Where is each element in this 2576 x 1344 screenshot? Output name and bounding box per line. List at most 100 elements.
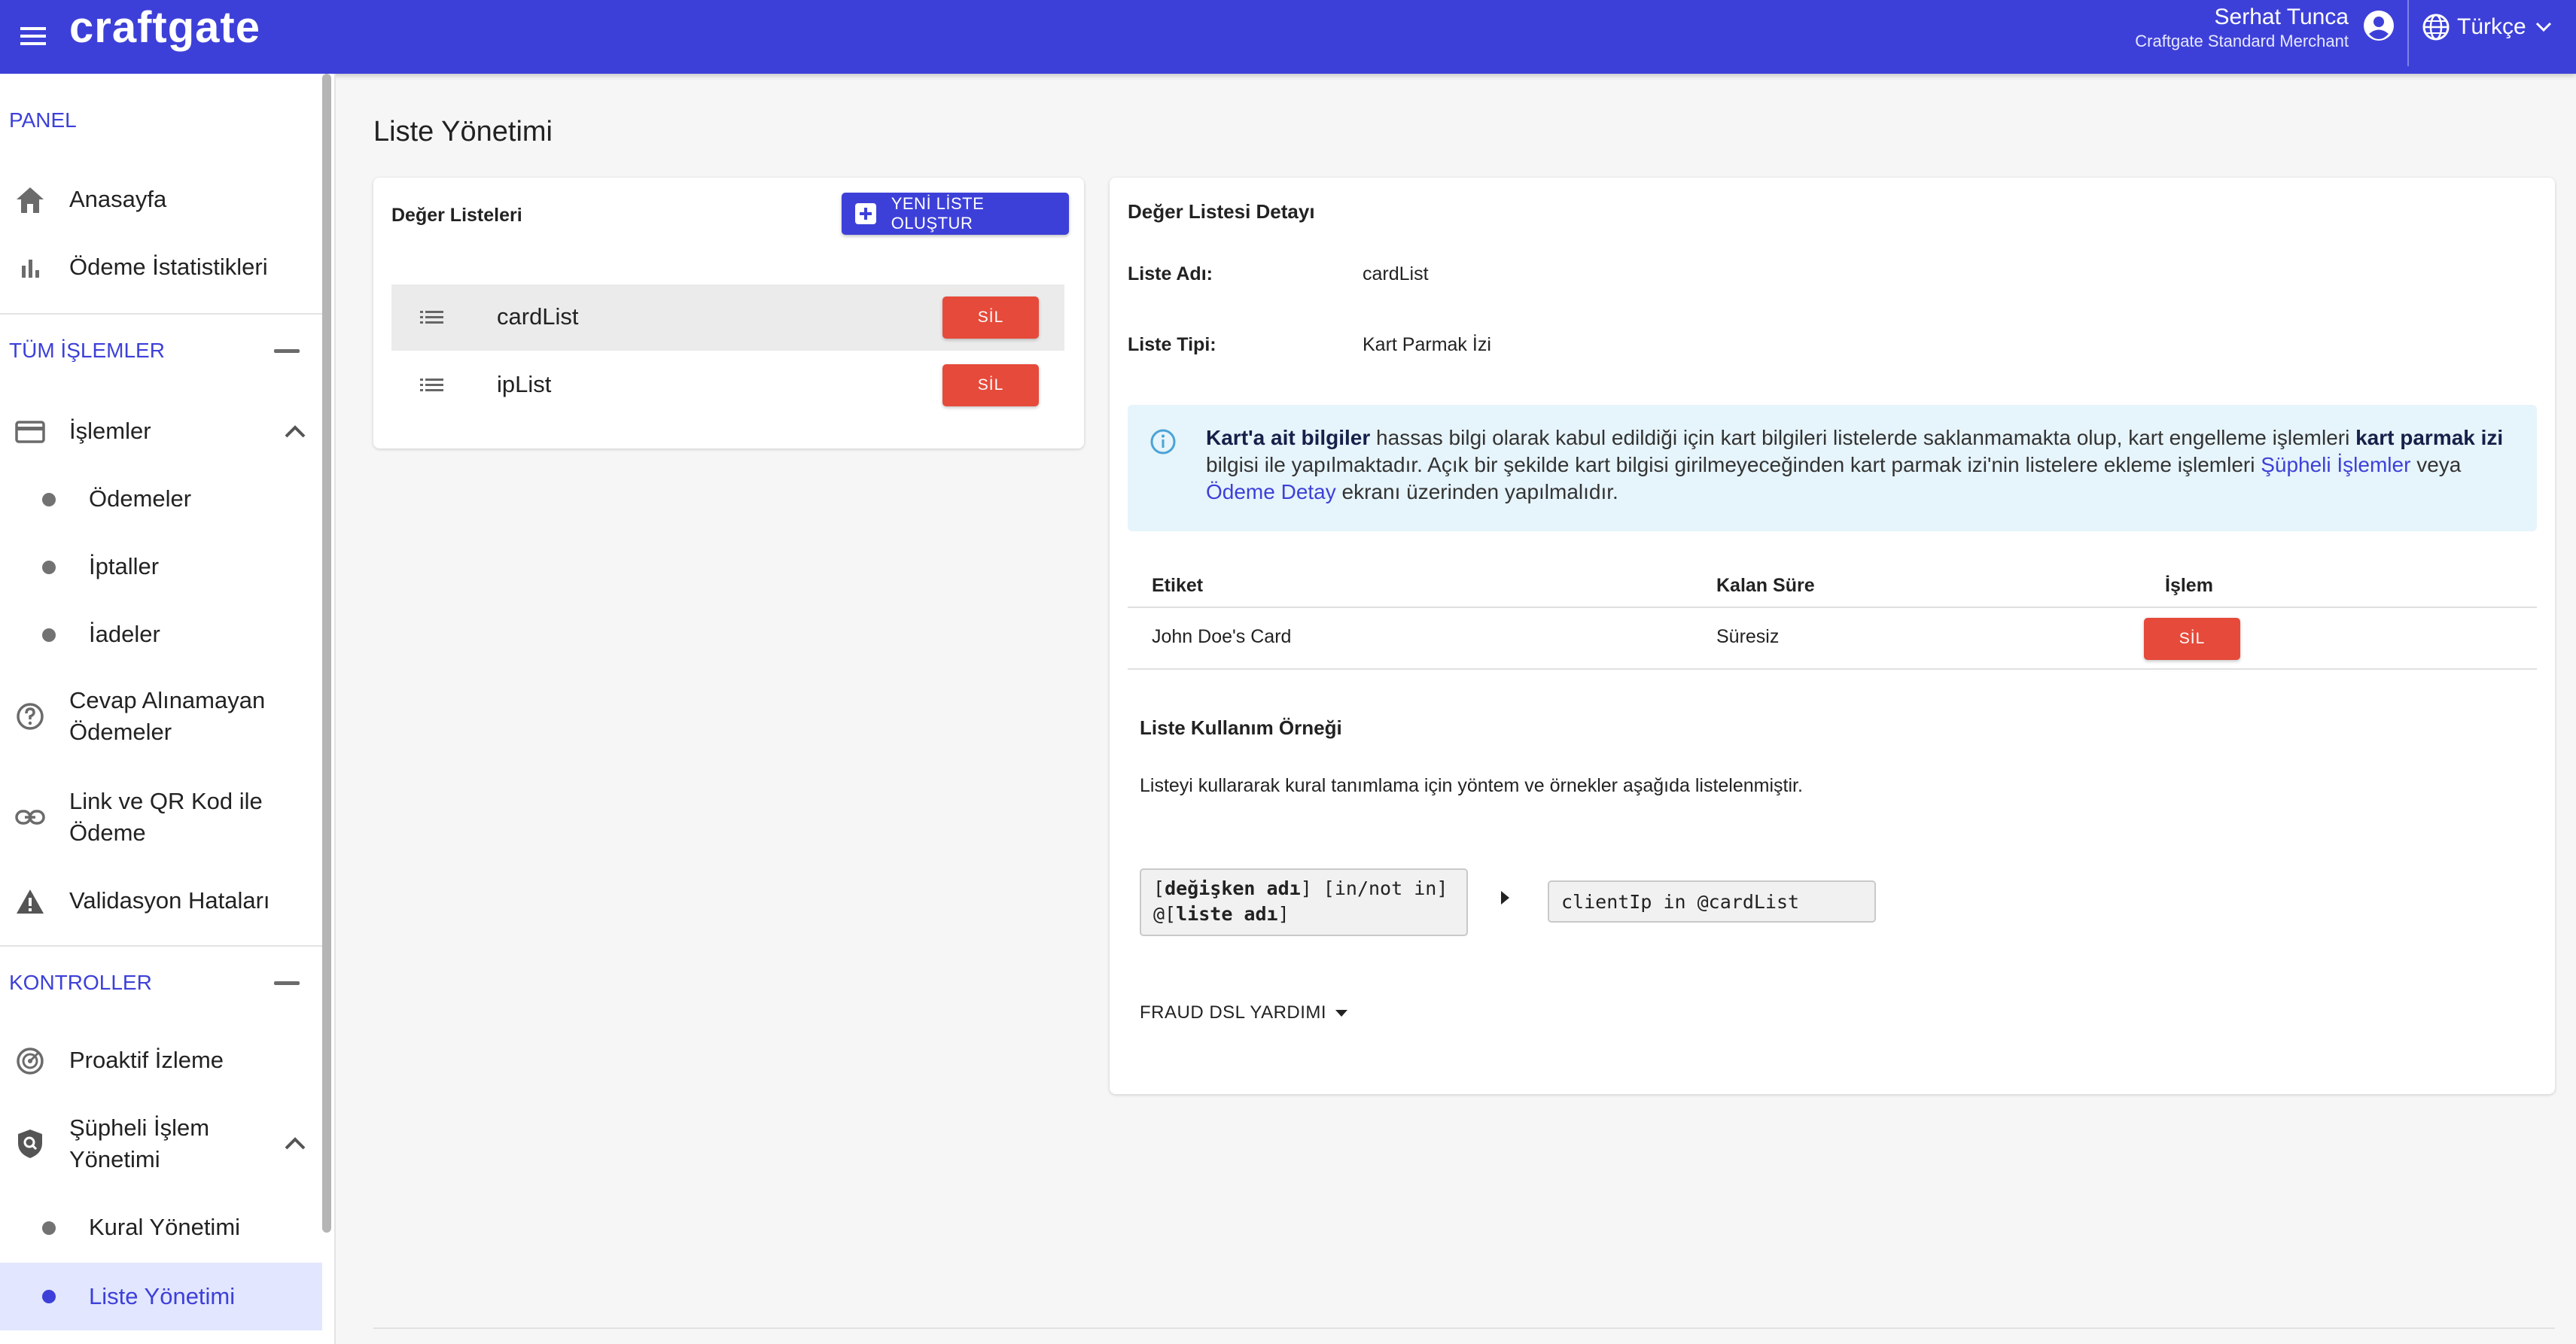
collapse-icon[interactable] (274, 981, 300, 985)
sidebar-item-label: Cevap Alınamayan (69, 687, 266, 713)
odeme-detay-link[interactable]: Ödeme Detay (1206, 480, 1336, 503)
language-selector[interactable]: Türkçe (2421, 11, 2555, 44)
app-logo[interactable]: craftgate (69, 3, 260, 53)
bullet-icon (42, 493, 56, 506)
chevron-up-icon[interactable] (279, 1127, 312, 1160)
sidebar-item-anasayfa[interactable]: Anasayfa (0, 184, 322, 215)
section-panel: PANEL (0, 98, 316, 143)
list-item-iplist[interactable]: ipList SİL (391, 352, 1064, 418)
sidebar-scrollbar[interactable] (322, 74, 331, 1233)
list-detail-card: Değer Listesi Detayı Liste Adı: cardList… (1110, 178, 2555, 1094)
sidebar-item-label: İadeler (89, 621, 160, 647)
syntax-list: liste adı (1176, 903, 1278, 925)
bullet-icon (42, 628, 56, 642)
column-header-kalan-sure: Kalan Süre (1716, 575, 1815, 596)
sidebar-item-label: Kural Yönetimi (89, 1214, 241, 1240)
sidebar-item-iadeler[interactable]: İadeler (0, 619, 322, 652)
sidebar-item-iptaller[interactable]: İptaller (0, 551, 322, 584)
sidebar-item-supheli-islem[interactable]: Şüpheli İşlem Yönetimi (0, 1112, 322, 1177)
fraud-dsl-help-toggle[interactable]: FRAUD DSL YARDIMI (1140, 1002, 1348, 1023)
syntax-code-box: [değişken adı] [in/not in] @[liste adı] (1140, 868, 1468, 936)
bullet-icon (42, 1290, 56, 1303)
section-title: KONTROLLER (9, 971, 152, 994)
info-bold: kart parmak izi (2355, 426, 2504, 449)
column-header-islem: İşlem (2165, 575, 2213, 596)
bar-chart-icon (14, 251, 47, 284)
new-list-button[interactable]: YENİ LİSTE OLUŞTUR (842, 193, 1069, 235)
delete-entry-button[interactable]: SİL (2144, 618, 2240, 660)
sidebar-item-label: Ödeme İstatistikleri (69, 254, 268, 280)
example-code-box: clientIp in @cardList (1548, 880, 1876, 923)
add-box-icon (855, 203, 876, 224)
sidebar-item-kural-yonetimi[interactable]: Kural Yönetimi (0, 1212, 322, 1245)
info-segment: veya (2410, 453, 2462, 476)
sidebar-item-label: Ödemeler (69, 719, 172, 745)
sidebar-item-label: Ödemeler (89, 485, 192, 512)
section-title: TÜM İŞLEMLER (9, 339, 165, 362)
link-icon (14, 801, 47, 834)
list-name-label: Liste Adı: (1128, 263, 1213, 284)
info-bold: Kart'a ait bilgiler (1206, 426, 1371, 449)
delete-list-button[interactable]: SİL (942, 296, 1039, 339)
info-alert: Kart'a ait bilgiler hassas bilgi olarak … (1128, 405, 2537, 531)
syntax-operator: [in/not in] (1311, 877, 1448, 899)
sidebar-item-link-qr[interactable]: Link ve QR Kod ile Ödeme (0, 786, 322, 850)
sidebar-item-proaktif-izleme[interactable]: Proaktif İzleme (0, 1044, 322, 1078)
sidebar-item-label: Şüpheli İşlem (69, 1114, 210, 1141)
sidebar-item-odeme-istatistikleri[interactable]: Ödeme İstatistikleri (0, 251, 322, 283)
list-name: cardList (497, 303, 579, 330)
language-label: Türkçe (2457, 14, 2526, 39)
section-tum-islemler[interactable]: TÜM İŞLEMLER (0, 328, 316, 373)
entry-remaining: Süresiz (1716, 626, 1780, 647)
chevron-up-icon[interactable] (279, 415, 312, 449)
shield-search-icon (14, 1127, 47, 1160)
table-row: John Doe's Card Süresiz SİL (1128, 608, 2537, 670)
usage-title: Liste Kullanım Örneği (1140, 716, 1342, 739)
section-title: PANEL (9, 108, 77, 132)
caret-down-icon (1335, 1009, 1348, 1017)
header-divider (2407, 0, 2409, 66)
user-role: Craftgate Standard Merchant (2135, 32, 2349, 50)
info-icon (1149, 427, 1177, 456)
sidebar-item-label: Yönetimi (69, 1146, 160, 1172)
entries-table-header: Etiket Kalan Süre İşlem (1128, 563, 2537, 608)
fraud-dsl-help-label: FRAUD DSL YARDIMI (1140, 1002, 1327, 1023)
list-type-label: Liste Tipi: (1128, 334, 1216, 355)
chevron-down-icon (2535, 22, 2551, 32)
info-text: Kart'a ait bilgiler hassas bilgi olarak … (1206, 424, 2516, 506)
page-title: Liste Yönetimi (373, 116, 553, 147)
sidebar: PANEL Anasayfa Ödeme İstatistikleri TÜM … (0, 74, 336, 1344)
value-lists-card: Değer Listeleri YENİ LİSTE OLUŞTUR cardL… (373, 178, 1084, 449)
entry-label: John Doe's Card (1152, 626, 1292, 647)
supheli-islemler-link[interactable]: Şüpheli İşlemler (2261, 453, 2410, 476)
column-header-etiket: Etiket (1152, 575, 1204, 596)
detail-title: Değer Listesi Detayı (1128, 200, 1315, 223)
sidebar-item-label: Liste Yönetimi (89, 1283, 236, 1309)
bullet-icon (42, 561, 56, 574)
list-icon (419, 372, 446, 399)
menu-icon[interactable] (11, 14, 56, 59)
info-segment: bilgisi ile yapılmaktadır. Açık bir şeki… (1206, 453, 2261, 476)
sidebar-item-label: Proaktif İzleme (69, 1047, 224, 1073)
sidebar-item-odemeler[interactable]: Ödemeler (0, 483, 322, 516)
sidebar-item-label: Validasyon Hataları (69, 887, 270, 914)
delete-list-button[interactable]: SİL (942, 364, 1039, 406)
sidebar-item-cevap-alinamayan[interactable]: Cevap Alınamayan Ödemeler (0, 685, 322, 750)
value-lists-title: Değer Listeleri (391, 205, 522, 226)
sidebar-item-islemler[interactable]: İşlemler (0, 415, 322, 449)
collapse-icon[interactable] (274, 349, 300, 353)
list-icon (419, 304, 446, 331)
globe-icon (2422, 14, 2450, 41)
list-item-cardlist[interactable]: cardList SİL (391, 284, 1064, 351)
sidebar-item-label: Ödeme (69, 819, 146, 846)
user-info[interactable]: Serhat Tunca Craftgate Standard Merchant (2135, 3, 2349, 51)
section-divider (0, 945, 322, 947)
warning-icon (14, 885, 47, 918)
syntax-variable: değişken adı (1165, 877, 1301, 899)
section-kontroller[interactable]: KONTROLLER (0, 960, 316, 1005)
sidebar-item-validasyon[interactable]: Validasyon Hataları (0, 885, 322, 918)
account-circle-icon[interactable] (2361, 8, 2397, 44)
help-circle-icon (14, 700, 47, 733)
footer-divider (373, 1327, 2555, 1329)
sidebar-item-liste-yonetimi[interactable]: Liste Yönetimi (0, 1263, 322, 1330)
